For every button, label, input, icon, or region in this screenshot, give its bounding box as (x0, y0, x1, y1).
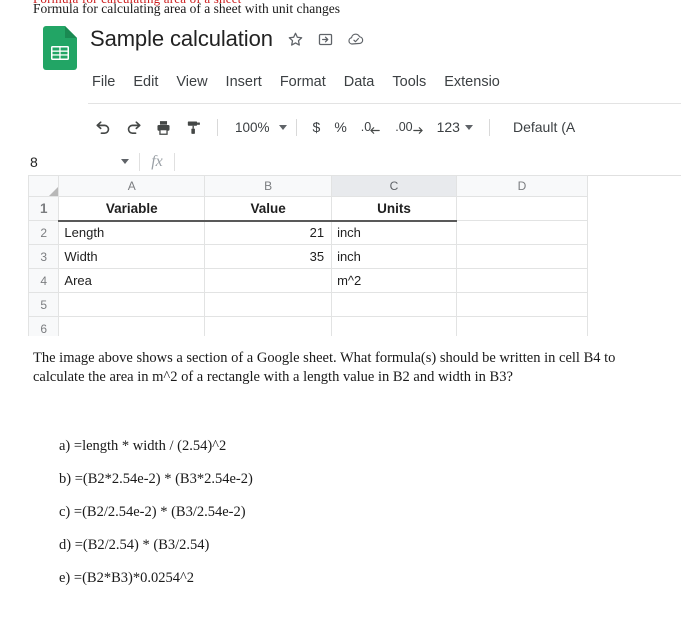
menu-item-extensions[interactable]: Extensio (435, 72, 509, 92)
paint-format-icon[interactable] (178, 113, 208, 141)
option-e[interactable]: e) =(B2*B3)*0.0254^2 (59, 570, 619, 603)
zoom-chevron-down-icon[interactable] (278, 124, 287, 130)
cell-b1[interactable]: Value (204, 196, 333, 222)
percent-format-button[interactable]: % (327, 119, 353, 135)
toolbar: 100% $ % .0 .00 123 Default (A (88, 110, 575, 144)
cell-a5[interactable] (58, 292, 206, 317)
document-title[interactable]: Sample calculation (90, 26, 273, 52)
cell-d1[interactable] (455, 196, 589, 221)
cell-b5[interactable] (204, 292, 333, 317)
title-icon-group (287, 31, 364, 48)
undo-icon[interactable] (88, 113, 118, 141)
font-family-selector[interactable]: Default (A (499, 119, 575, 135)
menu-item-file[interactable]: File (90, 72, 124, 92)
arrow-left-icon (370, 126, 380, 134)
formula-bar: 8 fx (28, 148, 681, 176)
option-c[interactable]: c) =(B2/2.54e-2) * (B3/2.54e-2) (59, 504, 619, 537)
table-row: 3 Width 35 inch (28, 244, 589, 269)
table-row: 4 Area m^2 (28, 268, 589, 293)
spreadsheet-grid: A B C D 1 Variable Value Units 2 Length (28, 175, 681, 336)
formula-input[interactable] (175, 148, 681, 175)
cell-c6[interactable] (331, 316, 457, 336)
row-header-3[interactable]: 3 (28, 244, 60, 269)
answer-options-list: a) =length * width / (2.54)^2 b) =(B2*2.… (59, 438, 619, 603)
cell-d5[interactable] (455, 292, 589, 317)
question-text: The image above shows a section of a Goo… (33, 350, 616, 385)
menu-item-view[interactable]: View (167, 72, 216, 92)
cell-d2[interactable] (455, 220, 589, 245)
cell-a6[interactable] (58, 316, 206, 336)
column-header-row: A B C D (28, 175, 589, 197)
increase-decimal-label: .00 (395, 120, 413, 134)
cell-b4[interactable] (204, 268, 333, 293)
row-header-1[interactable]: 1 (28, 196, 60, 221)
row-header-4[interactable]: 4 (28, 268, 60, 293)
column-header-b[interactable]: B (204, 175, 333, 197)
name-box[interactable]: 8 (28, 148, 139, 175)
cell-a4[interactable]: Area (58, 268, 206, 293)
cell-d4[interactable] (455, 268, 589, 293)
google-sheets-logo-icon (43, 26, 77, 70)
toolbar-divider-2 (295, 118, 297, 136)
number-format-button[interactable]: 123 (430, 119, 480, 135)
arrow-right-icon (412, 126, 423, 134)
name-box-chevron-down-icon[interactable] (121, 159, 129, 164)
cell-a1[interactable]: Variable (58, 196, 206, 222)
cell-a3[interactable]: Width (58, 244, 206, 269)
number-format-chevron-down-icon[interactable] (464, 124, 473, 130)
cell-a2[interactable]: Length (58, 220, 206, 245)
cell-d3[interactable] (455, 244, 589, 269)
cell-c5[interactable] (331, 292, 457, 317)
cell-c4[interactable]: m^2 (331, 268, 457, 293)
cell-c2[interactable]: inch (331, 220, 457, 245)
table-row: 5 (28, 292, 589, 317)
row-header-6[interactable]: 6 (28, 316, 60, 336)
number-format-label: 123 (436, 119, 460, 135)
redo-icon[interactable] (118, 113, 148, 141)
cell-d6[interactable] (455, 316, 589, 336)
decrease-decimal-button[interactable]: .0 (354, 119, 388, 136)
fx-icon: fx (151, 152, 163, 170)
toolbar-divider-3 (488, 118, 490, 136)
increase-decimal-button[interactable]: .00 (388, 119, 429, 136)
star-icon[interactable] (287, 31, 304, 48)
column-header-d[interactable]: D (455, 175, 589, 197)
menu-item-data[interactable]: Data (335, 72, 384, 92)
option-b[interactable]: b) =(B2*2.54e-2) * (B3*2.54e-2) (59, 471, 619, 504)
menu-bar: File Edit View Insert Format Data Tools … (90, 70, 509, 94)
cell-b2[interactable]: 21 (204, 220, 333, 245)
table-row: 6 (28, 316, 589, 336)
table-row: 1 Variable Value Units (28, 196, 589, 222)
zoom-value[interactable]: 100% (227, 120, 274, 135)
cell-c1[interactable]: Units (331, 196, 457, 222)
google-sheets-screenshot: Sample calculation File Edit View Insert… (28, 18, 681, 336)
option-d[interactable]: d) =(B2/2.54) * (B3/2.54) (59, 537, 619, 570)
menu-item-format[interactable]: Format (271, 72, 335, 92)
column-header-a[interactable]: A (58, 175, 206, 197)
name-box-value: 8 (30, 153, 38, 170)
print-icon[interactable] (148, 113, 178, 141)
column-header-c[interactable]: C (331, 175, 457, 197)
cell-c3[interactable]: inch (331, 244, 457, 269)
cell-b6[interactable] (204, 316, 333, 336)
row-header-5[interactable]: 5 (28, 292, 60, 317)
table-row: 2 Length 21 inch (28, 220, 589, 245)
currency-format-button[interactable]: $ (306, 119, 328, 135)
document-title-row: Sample calculation (90, 23, 364, 55)
caption-text: Formula for calculating area of a sheet … (33, 1, 341, 16)
menu-item-tools[interactable]: Tools (383, 72, 435, 92)
cell-b3[interactable]: 35 (204, 244, 333, 269)
menu-item-insert[interactable]: Insert (217, 72, 271, 92)
cloud-saved-icon[interactable] (347, 31, 364, 48)
move-to-folder-icon[interactable] (317, 31, 334, 48)
menubar-divider (88, 103, 681, 104)
select-all-corner[interactable] (28, 175, 60, 197)
row-header-2[interactable]: 2 (28, 220, 60, 245)
option-a[interactable]: a) =length * width / (2.54)^2 (59, 438, 619, 471)
menu-item-edit[interactable]: Edit (124, 72, 167, 92)
toolbar-divider-1 (217, 118, 218, 136)
